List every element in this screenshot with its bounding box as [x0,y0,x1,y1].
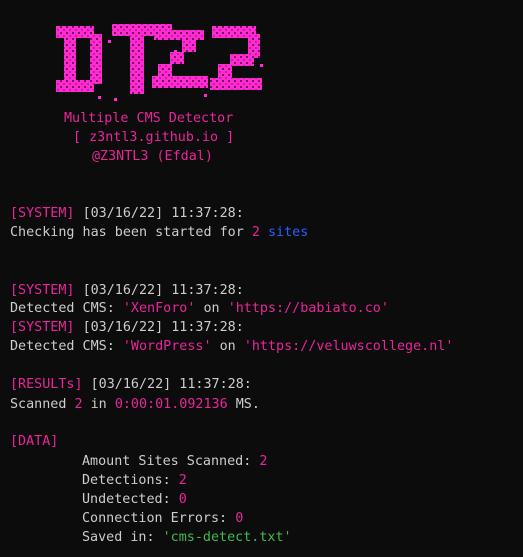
undetected-value: 0 [178,492,187,507]
detected-url[interactable]: 'https://veluwscollege.nl' [244,339,454,354]
log-line-system-1: [SYSTEM] [03/16/22] 11:37:28: [10,205,244,223]
on-text: on [211,339,244,354]
logo-letters [56,24,262,94]
log-line-scanned: Scanned 2 in 0:00:01.092136 MS. [10,396,260,414]
dtz2-logo [56,24,263,101]
timestamp: [03/16/22] 11:37:28: [82,206,244,221]
checking-sites: sites [267,225,309,240]
checking-count: 2 [251,225,260,240]
banner-link[interactable]: [ z3ntl3.github.io ] [73,129,234,147]
on-text: on [195,301,228,316]
system-tag: [SYSTEM] [10,320,75,335]
detect-label: Detected CMS: [10,339,123,354]
timestamp: [03/16/22] 11:37:28: [82,283,244,298]
scanned-label: Scanned [10,397,75,412]
results-tag: [RESULTs] [10,377,83,392]
log-line-system-3: [SYSTEM] [03/16/22] 11:37:28: [10,319,244,337]
timestamp: [03/16/22] 11:37:28: [82,320,244,335]
saved-label: Saved in: [82,530,163,545]
data-tag: [DATA] [10,434,59,449]
amount-label: Amount Sites Scanned: [82,454,260,469]
amount-value: 2 [259,454,268,469]
scanned-duration: 0:00:01.092136 [114,397,228,412]
data-undetected-row: Undetected: 0 [82,491,187,509]
scanned-unit: MS. [227,397,260,412]
detected-cms: 'XenForo' [122,301,196,316]
detected-cms: 'WordPress' [122,339,212,354]
banner-subtitle: Multiple CMS Detector [64,111,234,126]
errors-label: Connection Errors: [82,511,236,526]
detections-label: Detections: [82,473,179,488]
log-line-checking: Checking has been started for 2 sites [10,224,308,242]
data-detections-row: Detections: 2 [82,472,187,490]
scanned-count: 2 [74,397,83,412]
data-errors-row: Connection Errors: 0 [82,510,243,528]
saved-filename: 'cms-detect.txt' [162,530,292,545]
log-line-detect-1: Detected CMS: 'XenForo' on 'https://babi… [10,300,389,318]
log-line-results: [RESULTs] [03/16/22] 11:37:28: [10,376,252,394]
system-tag: [SYSTEM] [10,206,75,221]
system-tag: [SYSTEM] [10,283,75,298]
detect-label: Detected CMS: [10,301,123,316]
data-saved-row: Saved in: 'cms-detect.txt' [82,529,292,547]
detections-value: 2 [178,473,187,488]
scanned-in: in [82,397,115,412]
log-line-detect-2: Detected CMS: 'WordPress' on 'https://ve… [10,338,453,356]
checking-text: Checking has been started for [10,225,252,240]
timestamp: [03/16/22] 11:37:28: [90,377,252,392]
data-amount-row: Amount Sites Scanned: 2 [82,453,267,471]
banner-author: @Z3NTL3 (Efdal) [92,149,213,164]
log-line-system-2: [SYSTEM] [03/16/22] 11:37:28: [10,282,244,300]
errors-value: 0 [235,511,244,526]
undetected-label: Undetected: [82,492,179,507]
detected-url[interactable]: 'https://babiato.co' [228,301,389,316]
terminal-window: { "banner": { "logo_text": "DTZ2", "subt… [0,0,523,557]
